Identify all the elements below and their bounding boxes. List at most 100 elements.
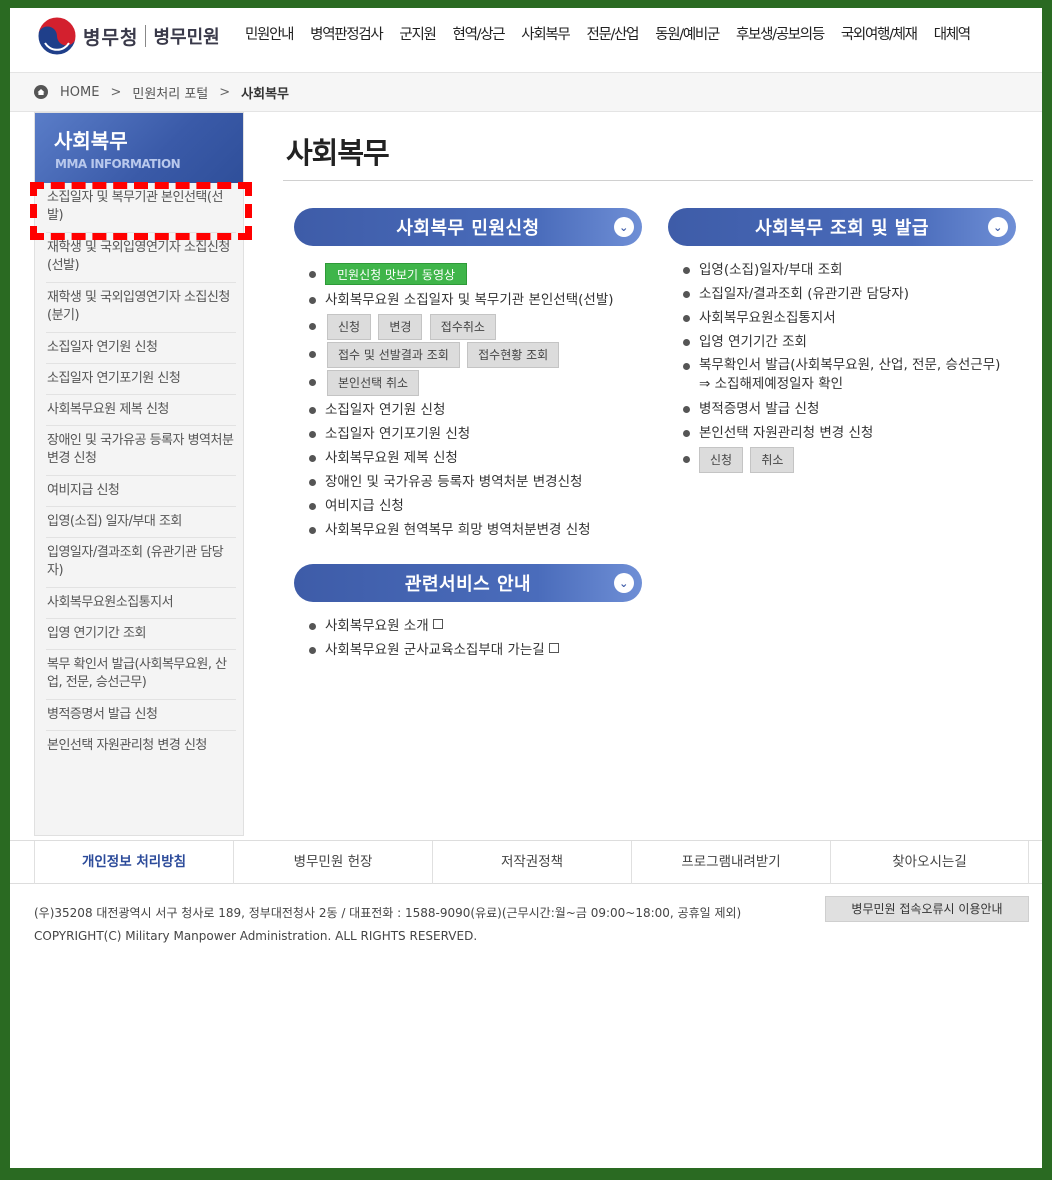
page-title: 사회복무	[286, 136, 390, 170]
sidebar-item[interactable]: 사회복무요원소집통지서	[46, 588, 236, 619]
service-name: 병무민원	[153, 27, 220, 48]
list-item[interactable]: 병적증명서 발급 신청	[683, 397, 1000, 421]
logo-divider	[145, 25, 147, 47]
sidebar-item[interactable]: 소집일자 연기포기원 신청	[46, 364, 236, 395]
nav-item[interactable]: 동원/예비군	[655, 23, 720, 44]
breadcrumb-separator: >	[110, 84, 122, 100]
nav-item[interactable]: 국외여행/체재	[841, 23, 918, 44]
new-window-icon	[432, 619, 443, 629]
org-name: 병무청	[83, 26, 139, 49]
footer-link-downloads[interactable]: 프로그램내려받기	[631, 841, 830, 884]
cancel-selection-button[interactable]: 본인선택 취소	[327, 370, 420, 396]
video-preview-button[interactable]: 민원신청 맛보기 동영상	[325, 263, 468, 285]
nav-item[interactable]: 군지원	[399, 23, 436, 44]
apply-button[interactable]: 신청	[327, 314, 372, 340]
list-item-label[interactable]: 복무확인서 발급(사회복무요원, 산업, 전문, 승선근무)	[699, 357, 1000, 373]
chevron-down-icon[interactable]: ⌄	[614, 217, 634, 237]
lookup-list: 입영(소집)일자/부대 조회 소집일자/결과조회 (유관기관 담당자) 사회복무…	[683, 258, 1000, 475]
connection-help-button[interactable]: 병무민원 접속오류시 이용안내	[825, 896, 1029, 922]
section-civil-request-header[interactable]: 사회복무 민원신청 ⌄	[294, 208, 642, 246]
breadcrumb-current: 사회복무	[241, 86, 290, 102]
civil-request-list: 민원신청 맛보기 동영상 사회복무요원 소집일자 및 복무기관 본인선택(선발)…	[309, 262, 614, 542]
list-item[interactable]: 사회복무요원 군사교육소집부대 가는길	[309, 638, 559, 662]
sidebar-item[interactable]: 병적증명서 발급 신청	[46, 700, 236, 731]
section-title: 관련서비스 안내	[404, 574, 532, 595]
breadcrumb-home[interactable]: HOME	[60, 85, 99, 100]
sidebar-item[interactable]: 입영일자/결과조회 (유관기관 담당자)	[46, 538, 236, 588]
sidebar-subtitle: MMA INFORMATION	[55, 157, 181, 171]
list-item[interactable]: 사회복무요원 소집일자 및 복무기관 본인선택(선발)	[309, 288, 614, 312]
page-frame: 병무청 병무민원 민원안내 병역판정검사 군지원 현역/상근 사회복무 전문/산…	[10, 8, 1042, 1168]
sidebar-item[interactable]: 복무 확인서 발급(사회복무요원, 산업, 전문, 승선근무)	[46, 650, 236, 700]
site-header: 병무청 병무민원 민원안내 병역판정검사 군지원 현역/상근 사회복무 전문/산…	[10, 8, 1042, 72]
sidebar-item[interactable]: 입영 연기기간 조회	[46, 619, 236, 650]
related-services-list: 사회복무요원 소개 사회복무요원 군사교육소집부대 가는길	[309, 614, 559, 662]
new-window-icon	[548, 643, 559, 653]
list-item[interactable]: 소집일자 연기포기원 신청	[309, 422, 614, 446]
nav-item[interactable]: 현역/상근	[453, 23, 506, 44]
list-item[interactable]: 사회복무요원소집통지서	[683, 306, 1000, 330]
section-related-services-header[interactable]: 관련서비스 안내 ⌄	[294, 564, 642, 602]
breadcrumb: HOME > 민원처리 포털 > 사회복무	[10, 72, 1042, 112]
sidebar-item[interactable]: 여비지급 신청	[46, 476, 236, 507]
site-logo[interactable]: 병무청 병무민원	[37, 16, 220, 56]
taegeuk-logo-icon	[37, 16, 77, 56]
sidebar-item[interactable]: 소집일자 및 복무기관 본인선택(선발)	[46, 183, 236, 233]
cancel-button[interactable]: 취소	[750, 447, 795, 473]
list-item[interactable]: 사회복무요원 소개	[309, 614, 559, 638]
main-nav: 민원안내 병역판정검사 군지원 현역/상근 사회복무 전문/산업 동원/예비군 …	[245, 23, 987, 44]
sidebar-item[interactable]: 재학생 및 국외입영연기자 소집신청(분기)	[46, 283, 236, 333]
nav-item[interactable]: 대체역	[934, 23, 971, 44]
list-item-label[interactable]: 사회복무요원 소개	[325, 618, 429, 634]
footer-copyright: COPYRIGHT(C) Military Manpower Administr…	[34, 929, 478, 943]
sidebar-item[interactable]: 재학생 및 국외입영연기자 소집신청(선발)	[46, 233, 236, 283]
breadcrumb-portal[interactable]: 민원처리 포털	[132, 83, 208, 102]
list-item[interactable]: 사회복무요원 제복 신청	[309, 446, 614, 470]
sidebar-item[interactable]: 소집일자 연기원 신청	[46, 333, 236, 364]
section-lookup-header[interactable]: 사회복무 조회 및 발급 ⌄	[668, 208, 1016, 246]
nav-item[interactable]: 후보생/공보의등	[736, 23, 825, 44]
footer-link-charter[interactable]: 병무민원 헌장	[233, 841, 432, 884]
list-item[interactable]: 소집일자 연기원 신청	[309, 398, 614, 422]
list-item[interactable]: 사회복무요원 현역복무 희망 병역처분변경 신청	[309, 518, 614, 542]
list-item[interactable]: 장애인 및 국가유공 등록자 병역처분 변경신청	[309, 470, 614, 494]
list-item-sub[interactable]: ⇒ 소집해제예정일자 확인	[699, 376, 843, 392]
list-item[interactable]: 여비지급 신청	[309, 494, 614, 518]
chevron-down-icon[interactable]: ⌄	[988, 217, 1008, 237]
button-row: 신청 변경 접수취소	[309, 314, 614, 340]
sidebar-item[interactable]: 사회복무요원 제복 신청	[46, 395, 236, 426]
chevron-down-icon[interactable]: ⌄	[614, 573, 634, 593]
footer-link-directions[interactable]: 찾아오시는길	[830, 841, 1029, 884]
list-item[interactable]: 본인선택 자원관리청 변경 신청	[683, 421, 1000, 445]
sidebar-menu: 소집일자 및 복무기관 본인선택(선발) 재학생 및 국외입영연기자 소집신청(…	[46, 183, 236, 761]
nav-item[interactable]: 사회복무	[521, 23, 570, 44]
list-item[interactable]: 복무확인서 발급(사회복무요원, 산업, 전문, 승선근무) ⇒ 소집해제예정일…	[683, 354, 1000, 397]
footer-address: (우)35208 대전광역시 서구 청사로 189, 정부대전청사 2동 / 대…	[34, 906, 742, 920]
sidebar-title: 사회복무	[54, 129, 128, 153]
status-lookup-button[interactable]: 접수현황 조회	[467, 342, 560, 368]
home-icon[interactable]	[34, 85, 48, 99]
list-item-label[interactable]: 사회복무요원 군사교육소집부대 가는길	[325, 642, 545, 658]
list-item[interactable]: 소집일자/결과조회 (유관기관 담당자)	[683, 282, 1000, 306]
list-item[interactable]: 입영(소집)일자/부대 조회	[683, 258, 1000, 282]
apply-button[interactable]: 신청	[699, 447, 744, 473]
list-item[interactable]: 입영 연기기간 조회	[683, 330, 1000, 354]
result-lookup-button[interactable]: 접수 및 선발결과 조회	[327, 342, 460, 368]
change-button[interactable]: 변경	[378, 314, 423, 340]
sidebar: 사회복무 MMA INFORMATION 소집일자 및 복무기관 본인선택(선발…	[34, 112, 244, 836]
sidebar-header: 사회복무 MMA INFORMATION	[35, 113, 243, 183]
button-row: 신청 취소	[683, 447, 1000, 473]
nav-item[interactable]: 병역판정검사	[310, 23, 384, 44]
cancel-receipt-button[interactable]: 접수취소	[429, 314, 496, 340]
footer-info: (우)35208 대전광역시 서구 청사로 189, 정부대전청사 2동 / 대…	[34, 902, 741, 948]
nav-item[interactable]: 민원안내	[245, 23, 294, 44]
sidebar-item[interactable]: 입영(소집) 일자/부대 조회	[46, 507, 236, 538]
breadcrumb-separator: >	[219, 84, 231, 100]
footer-link-privacy[interactable]: 개인정보 처리방침	[34, 841, 233, 884]
list-item: 민원신청 맛보기 동영상	[309, 262, 614, 288]
footer-links: 개인정보 처리방침 병무민원 헌장 저작권정책 프로그램내려받기 찾아오시는길	[10, 840, 1042, 884]
footer-link-copyright[interactable]: 저작권정책	[432, 841, 631, 884]
sidebar-item[interactable]: 장애인 및 국가유공 등록자 병역처분변경 신청	[46, 426, 236, 476]
sidebar-item[interactable]: 본인선택 자원관리청 변경 신청	[46, 731, 236, 761]
nav-item[interactable]: 전문/산업	[586, 23, 639, 44]
